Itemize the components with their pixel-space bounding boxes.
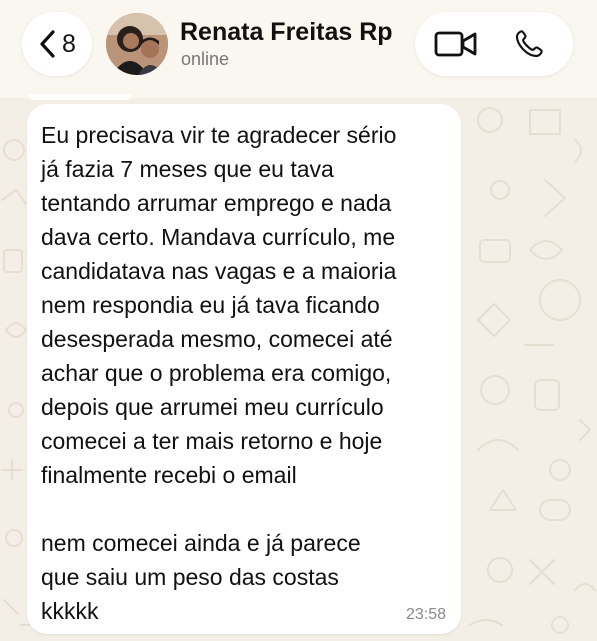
unread-count: 8 bbox=[62, 30, 76, 58]
contact-name[interactable]: Renata Freitas Rp bbox=[180, 18, 393, 47]
avatar-photo bbox=[106, 13, 168, 75]
video-call-button[interactable] bbox=[431, 24, 481, 64]
chevron-left-icon bbox=[40, 30, 55, 58]
chat-header: 8 Renata Freitas Rp online bbox=[0, 0, 597, 98]
voice-call-button[interactable] bbox=[507, 23, 551, 65]
message-text: Eu precisava vir te agradecer sério já f… bbox=[41, 122, 397, 624]
message-timestamp: 23:58 bbox=[405, 606, 446, 623]
call-actions bbox=[415, 12, 573, 76]
contact-avatar[interactable] bbox=[106, 13, 168, 75]
message-bubble[interactable]: Eu precisava vir te agradecer sério já f… bbox=[27, 104, 461, 634]
previous-message-bubble bbox=[28, 94, 132, 100]
video-camera-icon bbox=[434, 31, 477, 57]
phone-icon bbox=[515, 30, 543, 58]
contact-status: online bbox=[181, 49, 230, 69]
back-button[interactable]: 8 bbox=[22, 12, 92, 76]
